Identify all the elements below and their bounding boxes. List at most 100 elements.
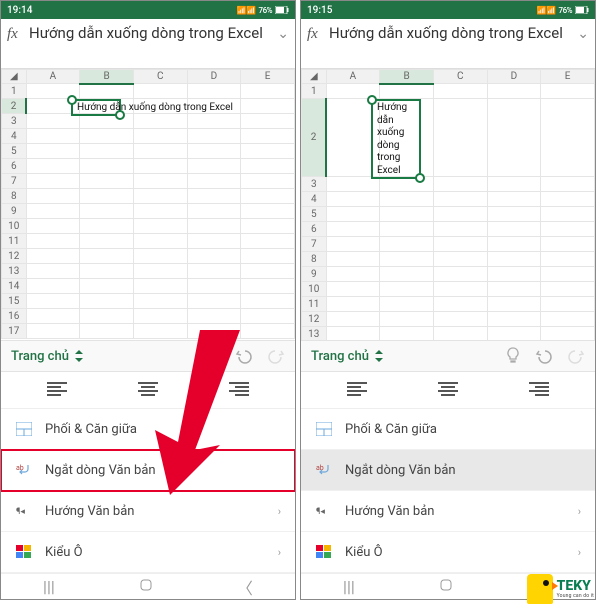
cell-style-item[interactable]: Kiểu Ô › xyxy=(301,532,595,573)
spreadsheet-grid[interactable]: ◢ABCDE 1 2 3 4 5 6 7 8 9 10 11 12 13 14 … xyxy=(1,69,295,340)
direction-label: Hướng Văn bản xyxy=(345,504,434,519)
formula-text: Hướng dẫn xuống dòng trong Excel xyxy=(329,23,577,43)
toolbar-icons xyxy=(205,347,285,365)
wrap-text-item[interactable]: ab Ngắt dòng Văn bản xyxy=(1,450,295,491)
status-icons: 📶📶 76% xyxy=(237,6,289,15)
tab-home-label: Trang chủ xyxy=(311,349,369,364)
row-1[interactable]: 1 xyxy=(302,84,327,99)
style-label: Kiểu Ô xyxy=(45,545,83,560)
logo-brand: TEKY xyxy=(557,579,594,593)
direction-icon: ¶◂ xyxy=(15,502,33,520)
undo-icon[interactable] xyxy=(535,348,553,364)
chevron-right-icon: › xyxy=(578,546,581,559)
col-D[interactable]: D xyxy=(487,70,541,84)
status-battery: 76% xyxy=(559,6,572,15)
text-direction-item[interactable]: ¶◂ Hướng Văn bản › xyxy=(1,491,295,532)
lightbulb-icon[interactable] xyxy=(205,347,221,365)
phone-left: 19:14 📶📶 76% fx Hướng dẫn xuống dòng tro… xyxy=(0,0,296,600)
wrap-label: Ngắt dòng Văn bản xyxy=(45,463,156,478)
svg-text:¶◂: ¶◂ xyxy=(16,507,25,517)
align-center-button[interactable] xyxy=(136,382,160,398)
merge-icon xyxy=(315,420,333,438)
direction-label: Hướng Văn bản xyxy=(45,504,134,519)
merge-center-item[interactable]: Phối & Căn giữa xyxy=(1,409,295,450)
col-D[interactable]: D xyxy=(187,70,241,84)
status-bar: 19:14 📶📶 76% xyxy=(1,1,295,19)
text-direction-item[interactable]: ¶◂ Hướng Văn bản › xyxy=(301,491,595,532)
bird-icon xyxy=(527,574,553,604)
col-C[interactable]: C xyxy=(133,70,187,84)
direction-icon: ¶◂ xyxy=(315,502,333,520)
tab-home[interactable]: Trang chủ xyxy=(11,349,84,364)
spreadsheet-grid[interactable]: ◢ABCDE 1 2 3 4 5 6 7 8 9 10 11 12 13 Hướ… xyxy=(301,69,595,340)
toolbar-icons xyxy=(505,347,585,365)
expand-icon xyxy=(374,350,384,362)
status-bar: 19:15 📶📶 76% xyxy=(301,1,595,19)
style-icon xyxy=(315,543,333,561)
chevron-right-icon: › xyxy=(278,505,281,518)
expand-icon xyxy=(74,350,84,362)
nav-recents[interactable]: ||| xyxy=(43,577,55,596)
col-A[interactable]: A xyxy=(26,70,80,84)
status-battery: 76% xyxy=(259,6,272,15)
svg-text:ab: ab xyxy=(16,464,24,472)
align-left-button[interactable] xyxy=(347,382,371,398)
merge-icon xyxy=(15,420,33,438)
chevron-down-icon[interactable]: ⌄ xyxy=(277,23,289,42)
style-label: Kiểu Ô xyxy=(345,545,383,560)
alignment-row xyxy=(1,372,295,409)
col-A[interactable]: A xyxy=(326,70,380,84)
format-menu: Phối & Căn giữa ab Ngắt dòng Văn bản ¶◂ … xyxy=(301,409,595,573)
wrap-label: Ngắt dòng Văn bản xyxy=(345,463,456,478)
redo-icon[interactable] xyxy=(267,348,285,364)
undo-icon[interactable] xyxy=(235,348,253,364)
nav-back[interactable]: 〈 xyxy=(237,575,253,599)
nav-recents[interactable]: ||| xyxy=(343,577,355,596)
redo-icon[interactable] xyxy=(567,348,585,364)
status-time: 19:14 xyxy=(7,5,32,16)
formula-bar[interactable]: fx Hướng dẫn xuống dòng trong Excel ⌄ xyxy=(301,19,595,69)
merge-label: Phối & Căn giữa xyxy=(45,422,137,437)
col-E[interactable]: E xyxy=(241,70,295,84)
col-C[interactable]: C xyxy=(433,70,487,84)
wrap-text-item[interactable]: ab Ngắt dòng Văn bản xyxy=(301,450,595,491)
row-2[interactable]: 2 xyxy=(302,99,327,177)
col-B[interactable]: B xyxy=(80,70,134,84)
align-right-button[interactable] xyxy=(225,382,249,398)
tab-home[interactable]: Trang chủ xyxy=(311,349,384,364)
status-icons: 📶📶 76% xyxy=(537,6,589,15)
svg-text:ab: ab xyxy=(316,464,324,472)
logo-tagline: Young can do it xyxy=(557,593,594,599)
fx-icon: fx xyxy=(307,23,329,43)
nav-home[interactable] xyxy=(439,577,453,596)
format-menu: Phối & Căn giữa ab Ngắt dòng Văn bản ¶◂ … xyxy=(1,409,295,573)
tutorial-image: 19:14 📶📶 76% fx Hướng dẫn xuống dòng tro… xyxy=(0,0,600,600)
formula-bar[interactable]: fx Hướng dẫn xuống dòng trong Excel ⌄ xyxy=(1,19,295,69)
battery-icon xyxy=(575,6,589,14)
ribbon-tab-bar: Trang chủ xyxy=(1,340,295,372)
alignment-row xyxy=(301,372,595,409)
cell-style-item[interactable]: Kiểu Ô › xyxy=(1,532,295,573)
wrap-icon: ab xyxy=(315,461,333,479)
chevron-right-icon: › xyxy=(278,546,281,559)
tab-home-label: Trang chủ xyxy=(11,349,69,364)
style-icon xyxy=(15,543,33,561)
merge-center-item[interactable]: Phối & Căn giữa xyxy=(301,409,595,450)
fx-icon: fx xyxy=(7,23,29,43)
wrap-icon: ab xyxy=(15,461,33,479)
align-right-button[interactable] xyxy=(525,382,549,398)
lightbulb-icon[interactable] xyxy=(505,347,521,365)
formula-text: Hướng dẫn xuống dòng trong Excel xyxy=(29,23,277,43)
nav-home[interactable] xyxy=(139,577,153,596)
col-B[interactable]: B xyxy=(380,70,434,84)
col-E[interactable]: E xyxy=(541,70,595,84)
svg-text:¶◂: ¶◂ xyxy=(316,507,325,517)
align-left-button[interactable] xyxy=(47,382,71,398)
ribbon-tab-bar: Trang chủ xyxy=(301,340,595,372)
row-1[interactable]: 1 xyxy=(2,84,27,99)
align-center-button[interactable] xyxy=(436,382,460,398)
android-nav-bar: ||| 〈 xyxy=(1,573,295,599)
row-2[interactable]: 2 xyxy=(2,99,27,114)
teky-logo: TEKY Young can do it xyxy=(527,574,594,604)
chevron-down-icon[interactable]: ⌄ xyxy=(577,23,589,42)
